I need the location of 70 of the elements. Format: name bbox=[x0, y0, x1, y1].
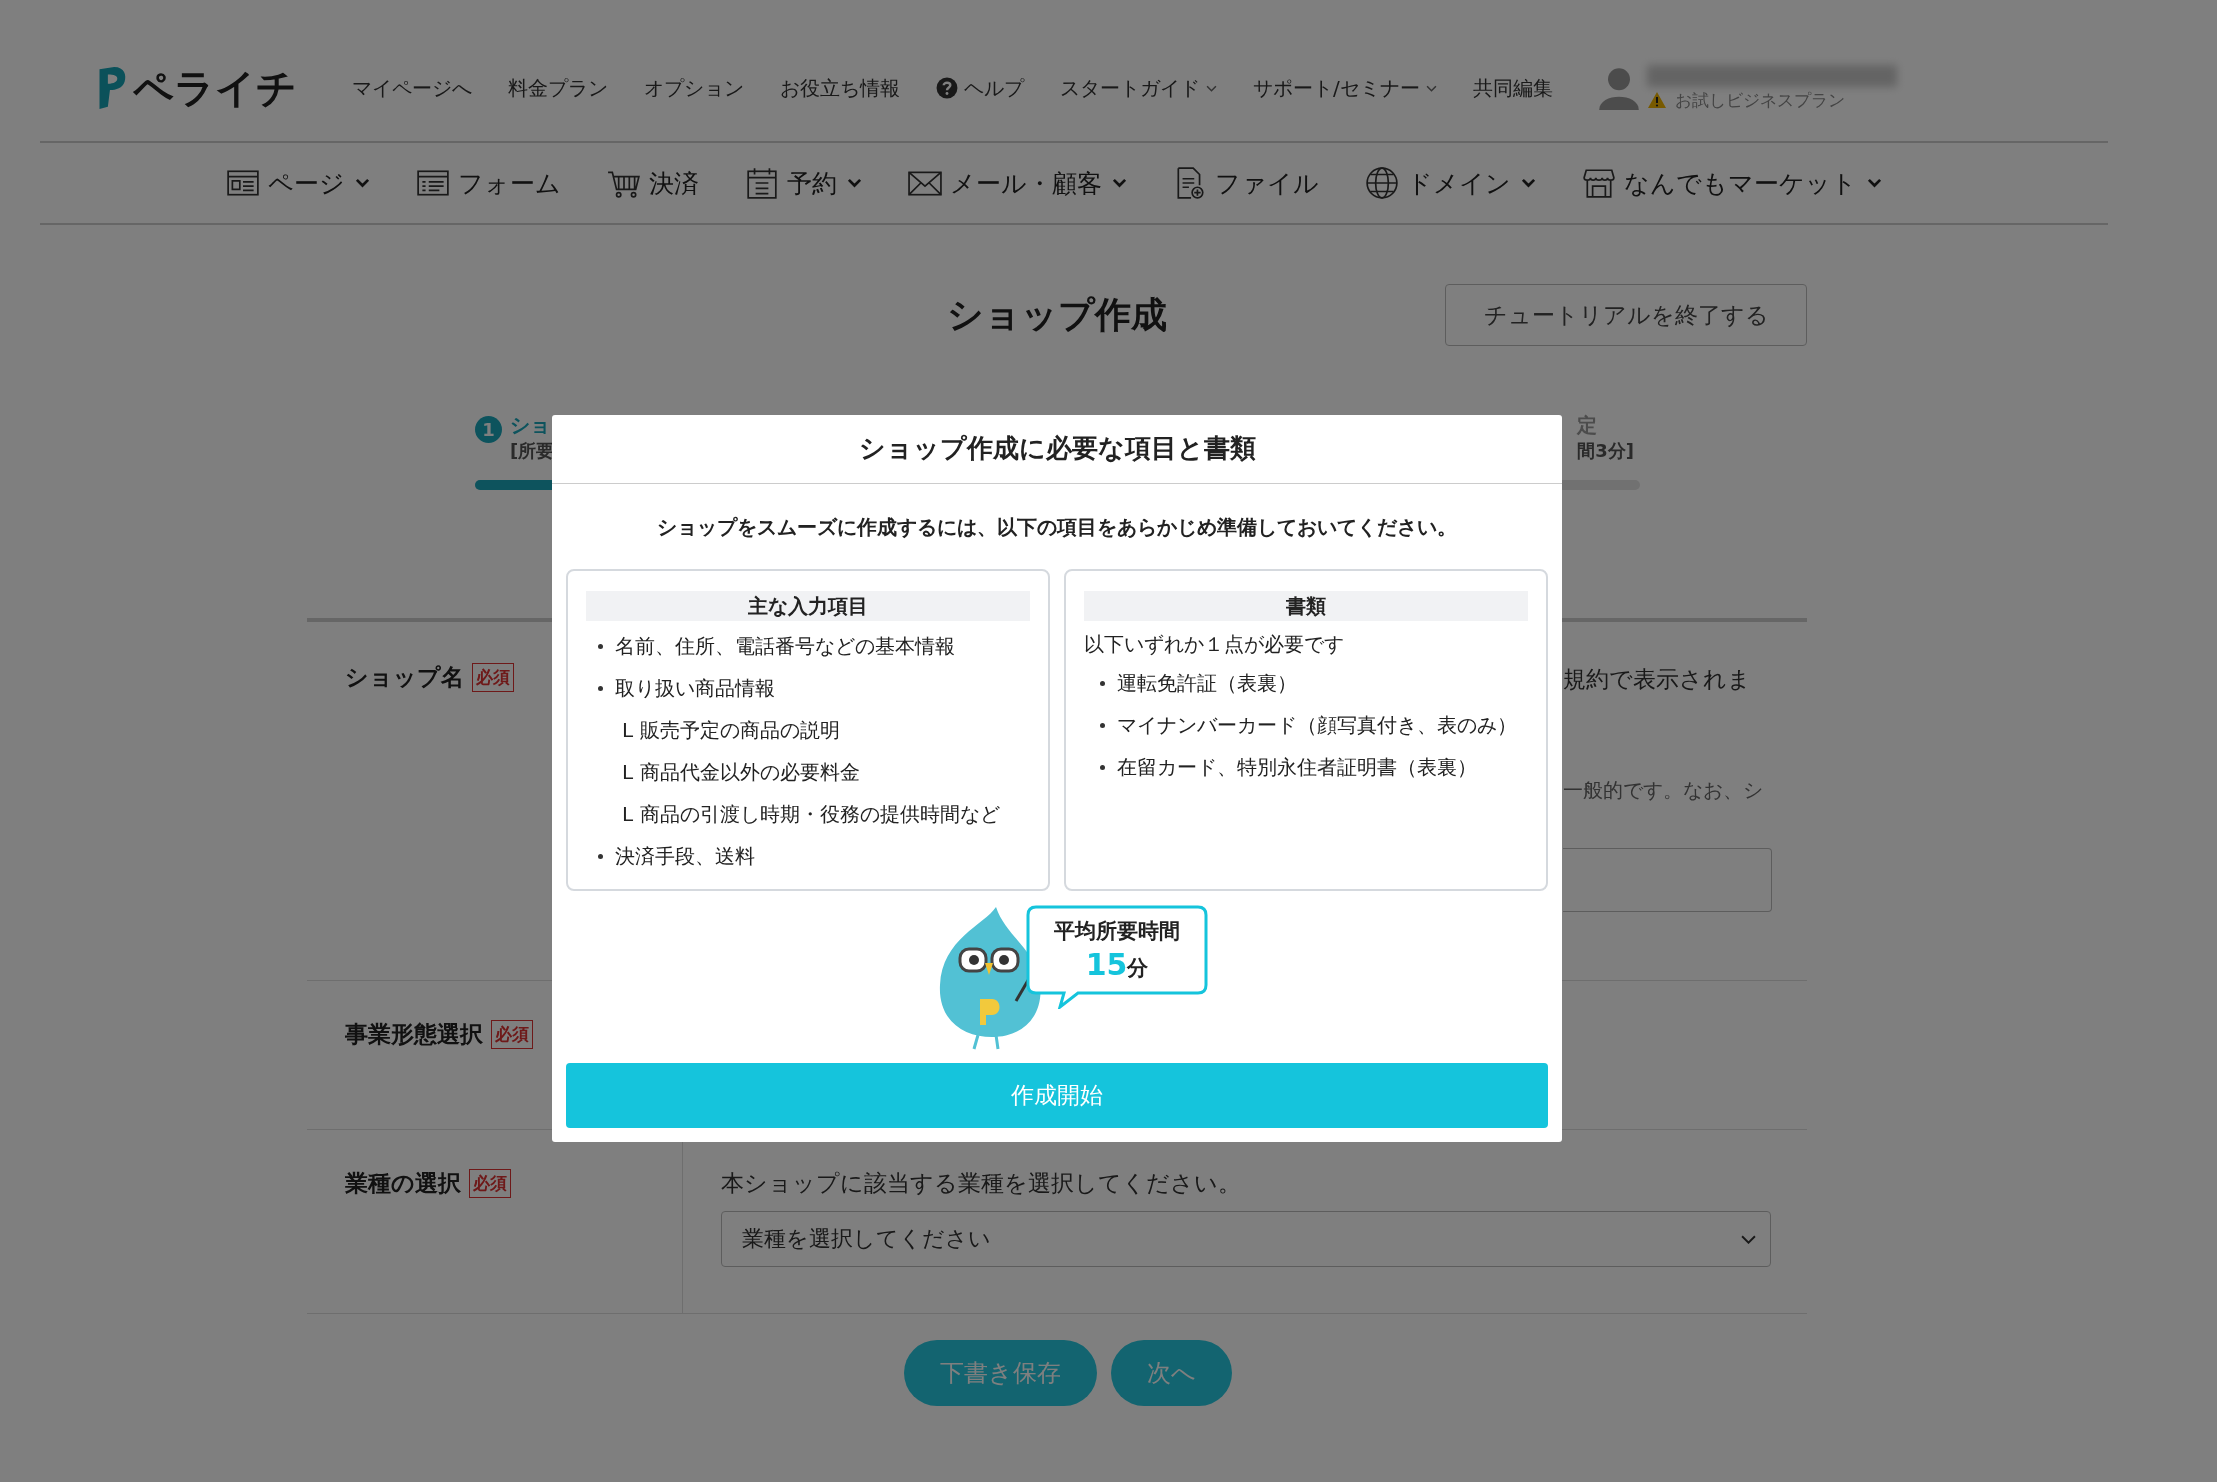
card-heading: 書類 bbox=[1084, 591, 1528, 621]
bullet-dot bbox=[1100, 764, 1105, 770]
chevron-icon bbox=[1867, 178, 1882, 188]
help-icon bbox=[936, 77, 958, 99]
list-item-text: L 商品代金以外の必要料金 bbox=[622, 758, 860, 786]
field-label: 事業形態選択 bbox=[345, 1020, 483, 1049]
description-text: 規約で表示されま bbox=[1563, 665, 1751, 694]
modal-intro: ショップをスムーズに作成するには、以下の項目をあらかじめ準備しておいてください。 bbox=[656, 514, 1458, 541]
nav-link[interactable]: オプション bbox=[644, 74, 744, 102]
step-number: 1 bbox=[475, 416, 502, 443]
required-tag: 必須 bbox=[469, 1169, 511, 1198]
time-unit: 分 bbox=[1127, 956, 1149, 982]
nav-link[interactable]: マイページへ bbox=[352, 74, 472, 102]
list-item-text: 名前、住所、電話番号などの基本情報 bbox=[615, 632, 955, 660]
card-heading: 主な入力項目 bbox=[586, 591, 1030, 621]
nav-menu-item[interactable]: 決済 bbox=[607, 166, 699, 200]
chevron-icon bbox=[1112, 178, 1127, 188]
field-label: ショップ名 bbox=[345, 663, 464, 692]
list-item-text: マイナンバーカード（顔写真付き、表のみ） bbox=[1117, 711, 1517, 739]
input-field[interactable] bbox=[1563, 848, 1772, 912]
list-item-text: L 販売予定の商品の説明 bbox=[622, 716, 840, 744]
plan-label: お試しビジネスプラン bbox=[1674, 88, 1845, 112]
page-title: ショップ作成 bbox=[947, 293, 1167, 337]
step-duration: 間3分] bbox=[1577, 439, 1634, 463]
step-title: ショ bbox=[510, 412, 551, 439]
instruction-text: 本ショップに該当する業種を選択してください。 bbox=[721, 1169, 1242, 1198]
nav-link[interactable]: 共同編集 bbox=[1472, 74, 1553, 102]
bullet-dot bbox=[598, 685, 603, 691]
bullet-dot bbox=[1100, 722, 1105, 728]
bullet-dot bbox=[1100, 680, 1105, 686]
calendar-icon bbox=[745, 166, 779, 200]
field-label: 業種の選択 bbox=[345, 1169, 461, 1198]
nav-menu-item[interactable]: 予約 bbox=[745, 166, 862, 200]
nav-menu-item[interactable]: ファイル bbox=[1173, 166, 1319, 200]
list-item-text: 運転免許証（表裏） bbox=[1117, 669, 1297, 697]
logo-text[interactable]: ペライチ bbox=[133, 60, 297, 116]
end-tutorial-button[interactable]: チュートリアルを終了する bbox=[1445, 284, 1807, 346]
chevron-icon bbox=[1741, 1234, 1756, 1244]
list-item-text: L 商品の引渡し時期・役務の提供時間など bbox=[622, 800, 1000, 828]
step-duration: [所要 bbox=[510, 439, 555, 463]
nav-menu-item[interactable]: なんでもマーケット bbox=[1582, 166, 1882, 200]
nav-menu-item[interactable]: ドメイン bbox=[1365, 166, 1536, 200]
nav-link[interactable]: スタートガイド bbox=[1060, 74, 1217, 102]
chevron-icon bbox=[1425, 84, 1437, 92]
nav-menu-item[interactable]: ページ bbox=[226, 166, 370, 200]
list-item-text: 在留カード、特別永住者証明書（表裏） bbox=[1117, 753, 1477, 781]
modal-title: ショップ作成に必要な項目と書類 bbox=[552, 415, 1562, 484]
nav-link[interactable]: 料金プラン bbox=[508, 74, 608, 102]
required-tag: 必須 bbox=[472, 663, 514, 692]
description-text: 一般的です。なお、シ bbox=[1563, 777, 1763, 804]
list-item-text: 決済手段、送料 bbox=[615, 842, 755, 870]
bubble-label: 平均所要時間 bbox=[1054, 918, 1180, 945]
chevron-icon bbox=[847, 178, 862, 188]
industry-select[interactable]: 業種を選択してください bbox=[721, 1211, 1771, 1267]
time-value: 15 bbox=[1085, 947, 1128, 982]
nav-menu-item[interactable]: フォーム bbox=[416, 166, 561, 200]
chevron-icon bbox=[1521, 178, 1536, 188]
nav-link[interactable]: お役立ち情報 bbox=[780, 74, 900, 102]
globe-icon bbox=[1365, 166, 1399, 200]
list-item-text: 取り扱い商品情報 bbox=[615, 674, 775, 702]
card-lead: 以下いずれか１点が必要です bbox=[1084, 631, 1345, 658]
nav-link[interactable]: ヘルプ bbox=[936, 74, 1024, 102]
chevron-icon bbox=[1206, 84, 1217, 92]
chevron-icon bbox=[355, 178, 370, 188]
store-icon bbox=[1582, 166, 1616, 200]
required-tag: 必須 bbox=[491, 1020, 533, 1049]
bullet-dot bbox=[598, 853, 603, 859]
nav-link[interactable]: サポート/セミナー bbox=[1253, 74, 1437, 102]
bullet-dot bbox=[598, 643, 603, 649]
nav-menu-item[interactable]: メール・顧客 bbox=[908, 166, 1127, 200]
